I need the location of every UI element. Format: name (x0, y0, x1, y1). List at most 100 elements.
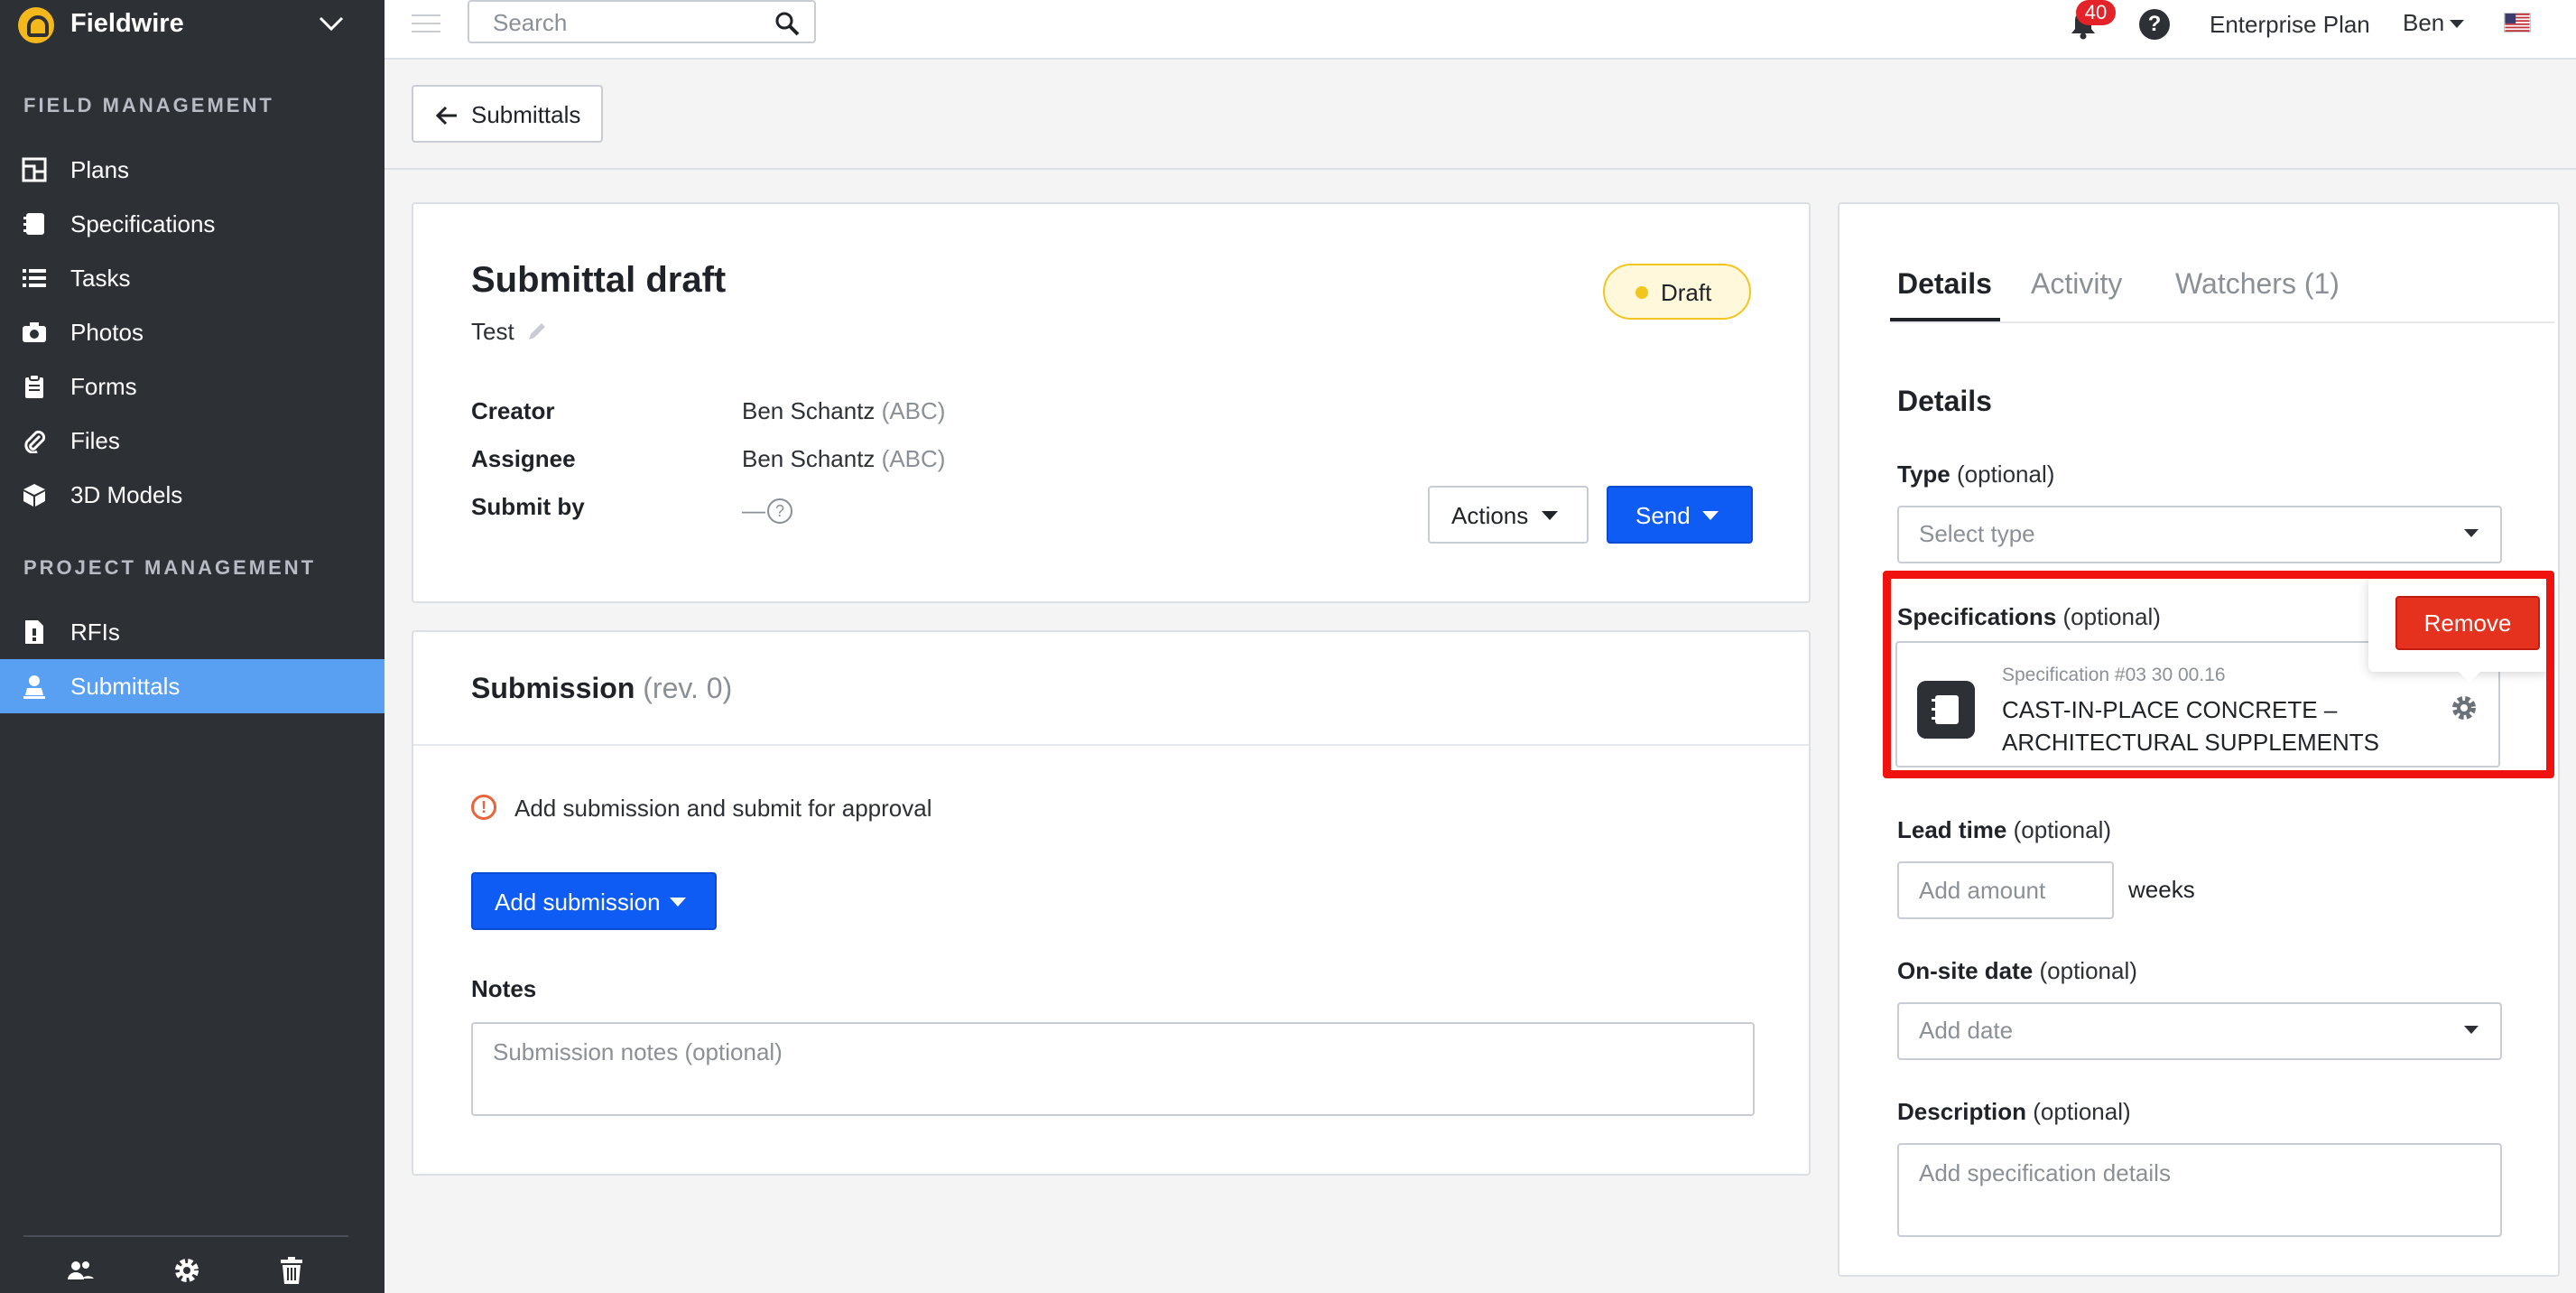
submittals-icon (23, 675, 45, 699)
type-label: Type (optional) (1897, 460, 2055, 488)
search-input[interactable] (493, 9, 746, 37)
sidebar-item-submittals[interactable]: Submittals (0, 659, 385, 713)
submission-card: Submission (rev. 0) ! Add submission and… (412, 630, 1811, 1176)
tasks-icon (23, 269, 46, 287)
tab-watchers[interactable]: Watchers (1) (2175, 267, 2340, 301)
us-flag-icon[interactable] (2504, 13, 2531, 33)
search-box (468, 0, 816, 43)
send-button-label: Send (1635, 502, 1691, 529)
help-icon[interactable]: ? (2139, 9, 2170, 40)
submission-notes-input[interactable] (471, 1022, 1755, 1116)
type-select[interactable]: Select type (1897, 506, 2502, 563)
notification-badge: 40 (2076, 0, 2116, 25)
caret-down-icon (1702, 511, 1719, 520)
app-name: Fieldwire (70, 9, 184, 38)
sidebar-item-files[interactable]: Files (0, 414, 385, 468)
fieldwire-logo (18, 7, 54, 43)
description-input[interactable] (1897, 1143, 2502, 1237)
notes-label: Notes (471, 975, 537, 1002)
caret-down-icon (1542, 511, 1558, 520)
caret-down-icon (2464, 529, 2479, 537)
caret-down-icon (670, 898, 686, 907)
tab-activity[interactable]: Activity (2031, 267, 2122, 301)
sidebar-item-label: Specifications (70, 210, 216, 237)
lead-time-label: Lead time (optional) (1897, 816, 2112, 843)
status-dot (1635, 286, 1648, 299)
onsite-date-label: On-site date (optional) (1897, 957, 2137, 984)
chevron-down-icon[interactable] (318, 13, 345, 34)
back-to-submittals-button[interactable]: Submittals (412, 85, 603, 143)
sidebar-item-label: Photos (70, 319, 144, 346)
sidebar-divider (23, 1235, 348, 1237)
menu-icon[interactable] (412, 13, 440, 34)
sidebar-item-3d-models[interactable]: 3D Models (0, 468, 385, 522)
sidebar-item-rfis[interactable]: RFIs (0, 605, 385, 659)
cube-icon (23, 484, 45, 507)
sidebar-item-tasks[interactable]: Tasks (0, 251, 385, 305)
brand-switcher[interactable]: Fieldwire (0, 0, 385, 49)
sidebar-item-specifications[interactable]: Specifications (0, 197, 385, 251)
type-select-placeholder: Select type (1919, 520, 2035, 547)
submission-title: Submission (rev. 0) (471, 672, 733, 704)
search-icon[interactable] (774, 11, 800, 36)
user-menu[interactable]: Ben (2403, 9, 2444, 37)
sidebar-item-label: 3D Models (70, 481, 183, 508)
submittal-card: Submittal draft Test Draft Creator Ben S… (412, 202, 1811, 603)
actions-button-label: Actions (1451, 502, 1529, 529)
lead-time-input[interactable] (1897, 861, 2114, 919)
plan-label[interactable]: Enterprise Plan (2210, 11, 2370, 39)
sidebar-item-label: Tasks (70, 265, 131, 292)
submittal-subtitle: Test (471, 318, 514, 345)
alert-icon: ! (471, 795, 496, 820)
gear-icon[interactable] (171, 1255, 202, 1286)
add-submission-label: Add submission (495, 888, 661, 916)
tab-details[interactable]: Details (1897, 267, 1992, 301)
assignee-value[interactable]: Ben Schantz (ABC) (742, 445, 945, 473)
trash-icon[interactable] (276, 1255, 307, 1286)
caret-down-icon (2464, 1026, 2479, 1034)
submission-divider (413, 744, 1809, 746)
sidebar-item-label: Forms (70, 373, 137, 400)
send-button[interactable]: Send (1607, 486, 1753, 544)
details-heading: Details (1897, 385, 1992, 417)
description-label: Description (optional) (1897, 1098, 2131, 1125)
page-title: Submittal draft (471, 260, 727, 300)
creator-value[interactable]: Ben Schantz (ABC) (742, 397, 945, 425)
people-icon[interactable] (65, 1255, 96, 1286)
camera-icon (23, 322, 46, 342)
actions-button[interactable]: Actions (1428, 486, 1589, 544)
onsite-date-picker[interactable]: Add date (1897, 1002, 2502, 1060)
sidebar-item-plans[interactable]: Plans (0, 143, 385, 197)
submit-by-value[interactable]: — (742, 497, 765, 525)
details-tabs: Details Activity Watchers (1) (1839, 204, 2558, 323)
submission-warning: Add submission and submit for approval (514, 795, 932, 822)
tabs-divider (1890, 321, 2554, 323)
submit-by-label: Submit by (471, 493, 585, 520)
sidebar-item-label: RFIs (70, 619, 120, 646)
arrow-left-icon (435, 106, 457, 126)
sidebar-item-label: Files (70, 427, 120, 454)
sidebar-item-photos[interactable]: Photos (0, 305, 385, 359)
top-bar: 40 ? Enterprise Plan Ben (385, 0, 2576, 60)
clipboard-icon (25, 374, 43, 398)
specifications-icon (23, 213, 44, 235)
annotation-highlight (1883, 571, 2554, 778)
creator-label: Creator (471, 397, 555, 424)
pencil-icon[interactable] (525, 320, 549, 343)
sidebar: Fieldwire FIELD MANAGEMENT Plans Specifi… (0, 0, 385, 1293)
help-circle-icon[interactable]: ? (767, 498, 792, 524)
status-badge: Draft (1603, 264, 1751, 320)
back-button-label: Submittals (471, 101, 581, 128)
caret-down-icon[interactable] (2450, 20, 2464, 28)
plans-icon (22, 157, 47, 182)
status-label: Draft (1661, 279, 1712, 306)
lead-time-unit: weeks (2128, 876, 2195, 903)
rfi-icon (25, 620, 43, 644)
sidebar-item-forms[interactable]: Forms (0, 359, 385, 414)
onsite-date-placeholder: Add date (1919, 1017, 2014, 1044)
sidebar-item-label: Submittals (70, 673, 181, 700)
section-label-field-management: FIELD MANAGEMENT (23, 94, 274, 116)
add-submission-button[interactable]: Add submission (471, 872, 717, 930)
section-label-project-management: PROJECT MANAGEMENT (23, 556, 317, 579)
sidebar-item-label: Plans (70, 156, 130, 183)
